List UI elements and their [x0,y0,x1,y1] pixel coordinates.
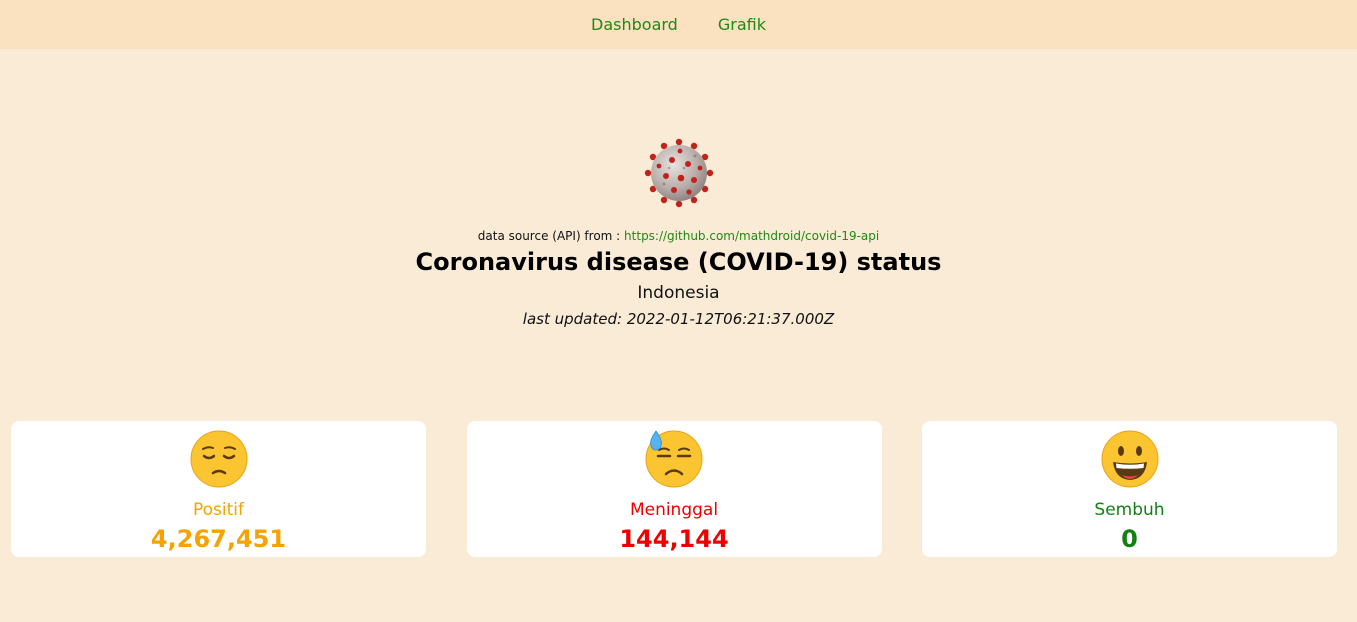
stats-cards: Positif 4,267,451 Meninggal 144,144 Semb… [11,421,1337,557]
top-navbar: Dashboard Grafik [0,0,1357,49]
coronavirus-icon [644,138,713,208]
card-label-positif: Positif [193,500,244,520]
card-value-sembuh: 0 [1121,525,1138,553]
data-source-prefix: data source (API) from : [477,229,621,243]
card-value-positif: 4,267,451 [150,525,287,553]
pensive-face-icon [190,430,247,488]
data-source-link[interactable]: https://github.com/mathdroid/covid-19-ap… [624,229,879,243]
last-updated-text: last updated: 2022-01-12T06:21:37.000Z [522,310,835,328]
stat-card-positif: Positif 4,267,451 [11,421,426,557]
card-label-sembuh: Sembuh [1094,500,1165,520]
data-source-line: data source (API) from : https://github.… [0,228,1357,244]
nav-dashboard-link[interactable]: Dashboard [591,15,678,34]
card-label-meninggal: Meninggal [629,500,719,520]
stat-card-sembuh: Sembuh 0 [922,421,1337,557]
card-value-meninggal: 144,144 [619,525,729,553]
grinning-face-icon [1101,430,1158,488]
nav-grafik-link[interactable]: Grafik [718,15,766,34]
page-title: Coronavirus disease (COVID-19) status [415,248,942,276]
hero-section: data source (API) from : https://github.… [0,138,1357,332]
country-name: Indonesia [637,283,720,303]
stat-card-meninggal: Meninggal 144,144 [466,421,882,557]
downcast-face-with-sweat-icon [645,430,703,488]
